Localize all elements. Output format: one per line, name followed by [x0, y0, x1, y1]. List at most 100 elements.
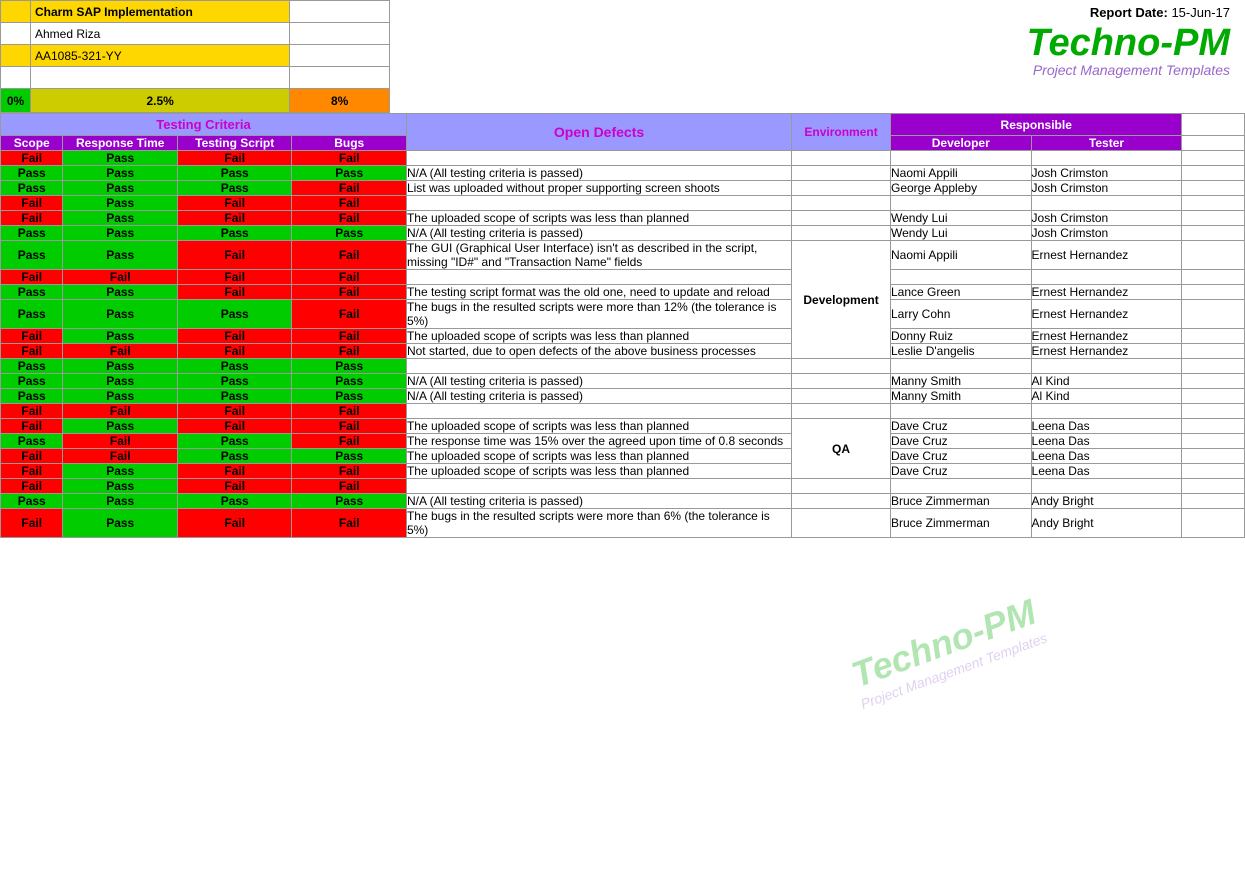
row5-bugs: Fail: [292, 211, 407, 226]
manager-name: Ahmed Riza: [30, 23, 289, 45]
row23-developer: Bruce Zimmerman: [891, 509, 1032, 538]
top-right: Report Date: 15-Jun-17 Techno-PM Project…: [390, 0, 1245, 113]
row22-env: [792, 494, 891, 509]
row12-tester: Ernest Hernandez: [1031, 344, 1182, 359]
row14-bugs: Pass: [292, 374, 407, 389]
row5-defect: The uploaded scope of scripts was less t…: [406, 211, 791, 226]
row19-defect: The uploaded scope of scripts was less t…: [406, 449, 791, 464]
row10-response: Pass: [63, 300, 178, 329]
row7-defect: The GUI (Graphical User Interface) isn't…: [406, 241, 791, 270]
row4-bugs: Fail: [292, 196, 407, 211]
row23-bugs: Fail: [292, 509, 407, 538]
row16-bugs: Fail: [292, 404, 407, 419]
top-left: Charm SAP Implementation Ahmed Riza AA10…: [0, 0, 390, 113]
watermark: Techno-PM Project Management Templates: [844, 590, 1049, 712]
row17-tester: Leena Das: [1031, 419, 1182, 434]
row18-defect: The response time was 15% over the agree…: [406, 434, 791, 449]
row12-defect: Not started, due to open defects of the …: [406, 344, 791, 359]
row2-scope: Pass: [1, 166, 63, 181]
row9-defect: The testing script format was the old on…: [406, 285, 791, 300]
pct-8: 8%: [290, 89, 390, 113]
row20-tester: Leena Das: [1031, 464, 1182, 479]
row12-response: Fail: [63, 344, 178, 359]
row22-defect: N/A (All testing criteria is passed): [406, 494, 791, 509]
row18-developer: Dave Cruz: [891, 434, 1032, 449]
row2-bugs: Pass: [292, 166, 407, 181]
row23-defect: The bugs in the resulted scripts were mo…: [406, 509, 791, 538]
row7-scope: Pass: [1, 241, 63, 270]
row1-defect: [406, 151, 791, 166]
responsible-header: Responsible: [891, 114, 1182, 136]
row9-developer: Lance Green: [891, 285, 1032, 300]
env-qa: QA: [792, 419, 891, 479]
row13-tester: [1031, 359, 1182, 374]
row20-script: Fail: [177, 464, 292, 479]
row22-response: Pass: [63, 494, 178, 509]
row15-response: Pass: [63, 389, 178, 404]
row20-defect: The uploaded scope of scripts was less t…: [406, 464, 791, 479]
env-header: Environment: [792, 114, 891, 151]
row13-env: [792, 359, 891, 374]
row11-developer: Donny Ruiz: [891, 329, 1032, 344]
row9-tester: Ernest Hernandez: [1031, 285, 1182, 300]
row10-bugs: Fail: [292, 300, 407, 329]
row21-bugs: Fail: [292, 479, 407, 494]
row2-response: Pass: [63, 166, 178, 181]
row17-response: Pass: [63, 419, 178, 434]
row11-response: Pass: [63, 329, 178, 344]
report-date-value: 15-Jun-17: [1171, 5, 1230, 20]
row4-developer: [891, 196, 1032, 211]
row11-script: Fail: [177, 329, 292, 344]
row8-defect: [406, 270, 791, 285]
row19-response: Fail: [63, 449, 178, 464]
row21-developer: [891, 479, 1032, 494]
row8-response: Fail: [63, 270, 178, 285]
row13-script: Pass: [177, 359, 292, 374]
row14-tester: Al Kind: [1031, 374, 1182, 389]
row22-tester: Andy Bright: [1031, 494, 1182, 509]
row15-env: [792, 389, 891, 404]
row22-bugs: Pass: [292, 494, 407, 509]
row16-defect: [406, 404, 791, 419]
row9-scope: Pass: [1, 285, 63, 300]
row18-bugs: Fail: [292, 434, 407, 449]
row20-response: Pass: [63, 464, 178, 479]
row13-scope: Pass: [1, 359, 63, 374]
row6-env: [792, 226, 891, 241]
row17-defect: The uploaded scope of scripts was less t…: [406, 419, 791, 434]
row16-scope: Fail: [1, 404, 63, 419]
row3-defect: List was uploaded without proper support…: [406, 181, 791, 196]
report-date: Report Date: 15-Jun-17: [1090, 5, 1230, 20]
row18-script: Pass: [177, 434, 292, 449]
row16-env: [792, 404, 891, 419]
row4-env: [792, 196, 891, 211]
row1-developer: [891, 151, 1032, 166]
row6-response: Pass: [63, 226, 178, 241]
row17-script: Fail: [177, 419, 292, 434]
row11-bugs: Fail: [292, 329, 407, 344]
row1-bugs: Fail: [292, 151, 407, 166]
row3-tester: Josh Crimston: [1031, 181, 1182, 196]
report-date-label: Report Date:: [1090, 5, 1168, 20]
row7-bugs: Fail: [292, 241, 407, 270]
tester-col-header: Tester: [1031, 136, 1182, 151]
row22-scope: Pass: [1, 494, 63, 509]
row2-env: [792, 166, 891, 181]
row8-script: Fail: [177, 270, 292, 285]
project-id: AA1085-321-YY: [30, 45, 289, 67]
row19-bugs: Pass: [292, 449, 407, 464]
row21-defect: [406, 479, 791, 494]
row8-scope: Fail: [1, 270, 63, 285]
row11-defect: The uploaded scope of scripts was less t…: [406, 329, 791, 344]
criteria-header: Testing Criteria: [1, 114, 407, 136]
row6-tester: Josh Crimston: [1031, 226, 1182, 241]
developer-col-header: Developer: [891, 136, 1032, 151]
row19-tester: Leena Das: [1031, 449, 1182, 464]
row16-response: Fail: [63, 404, 178, 419]
project-title: Charm SAP Implementation: [30, 1, 289, 23]
scope-col-header: Scope: [1, 136, 63, 151]
row15-script: Pass: [177, 389, 292, 404]
row3-scope: Pass: [1, 181, 63, 196]
row19-script: Pass: [177, 449, 292, 464]
row23-tester: Andy Bright: [1031, 509, 1182, 538]
